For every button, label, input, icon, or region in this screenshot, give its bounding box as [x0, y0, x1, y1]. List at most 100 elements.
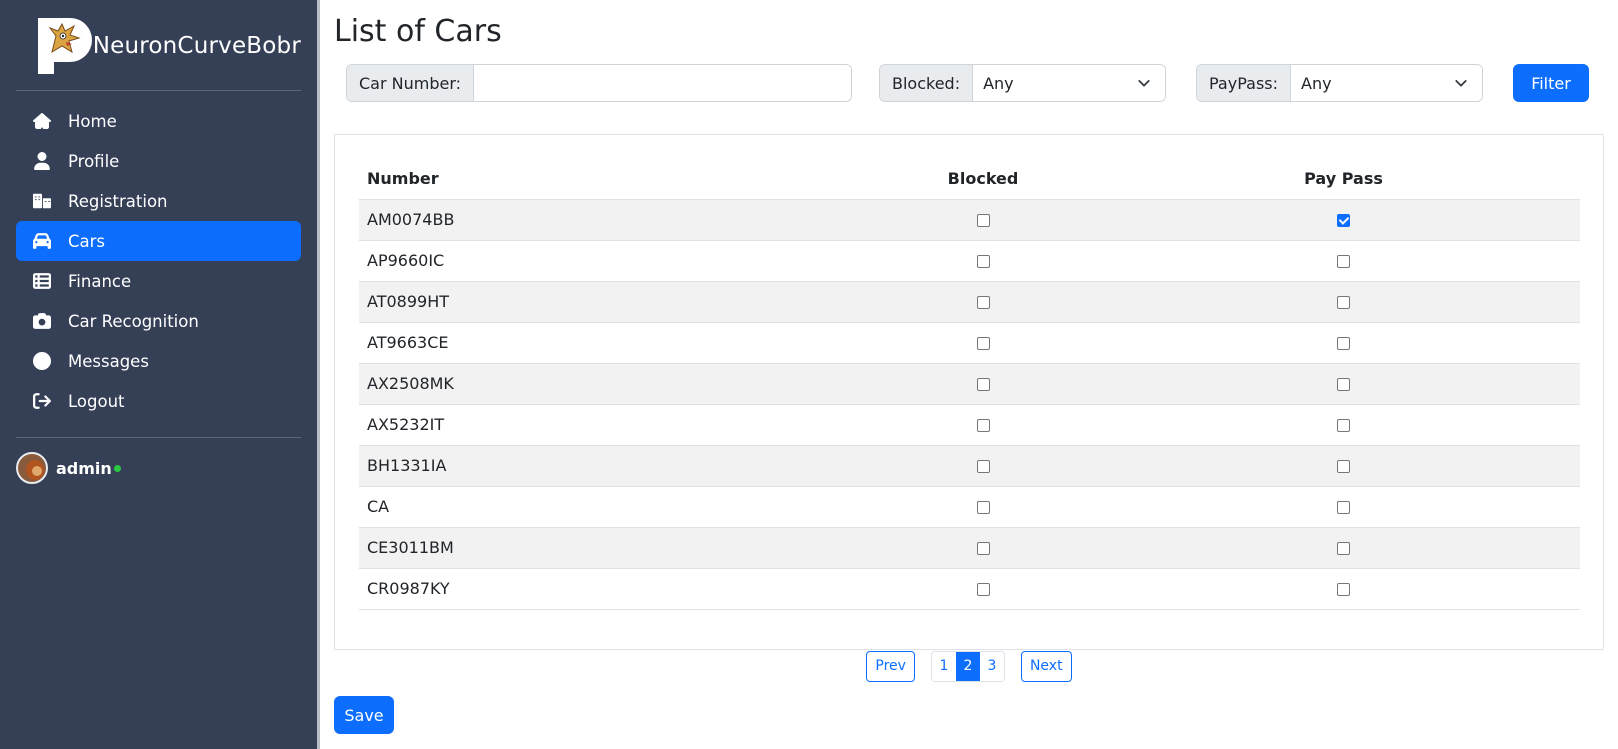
- sidebar-item-cars[interactable]: Cars: [16, 221, 301, 261]
- sidebar-item-car-recognition[interactable]: Car Recognition: [16, 301, 301, 341]
- user-menu[interactable]: admin: [16, 452, 301, 484]
- prev-page-button[interactable]: Prev: [866, 650, 915, 682]
- sidebar-item-label: Profile: [68, 151, 120, 171]
- save-area: Save: [334, 696, 1606, 734]
- paypass-label: PayPass:: [1197, 65, 1291, 101]
- hotel-icon: [32, 191, 52, 211]
- next-page-button[interactable]: Next: [1020, 650, 1072, 682]
- sidebar-item-label: Cars: [68, 231, 106, 251]
- blocked-checkbox[interactable]: [976, 296, 990, 309]
- paypass-cell: [1107, 199, 1580, 241]
- paypass-select[interactable]: Any: [1291, 65, 1482, 101]
- blocked-cell: [859, 363, 1107, 405]
- paypass-checkbox[interactable]: [1337, 542, 1350, 555]
- table-row: CR0987KY: [359, 568, 1580, 610]
- column-header-paypass: Pay Pass: [1107, 159, 1580, 200]
- table-row: AX2508MK: [359, 363, 1580, 405]
- sidebar-item-label: Finance: [68, 271, 132, 291]
- table-body: AM0074BB AP9660IC AT0899HT AT9663CE AX2508MK…: [359, 199, 1580, 610]
- column-header-number: Number: [359, 159, 859, 200]
- logo-icon: [36, 16, 92, 76]
- blocked-checkbox[interactable]: [976, 583, 990, 596]
- paypass-checkbox[interactable]: [1337, 337, 1350, 350]
- blocked-checkbox[interactable]: [976, 214, 990, 227]
- paypass-cell: [1107, 568, 1580, 610]
- blocked-cell: [859, 404, 1107, 446]
- car-number-cell: CA: [359, 486, 859, 528]
- username: admin: [56, 458, 112, 478]
- paypass-cell: [1107, 445, 1580, 487]
- logout-icon: [32, 391, 52, 411]
- sidebar-divider: [16, 437, 301, 438]
- car-number-cell: AX5232IT: [359, 404, 859, 446]
- car-number-filter: Car Number:: [346, 64, 852, 102]
- blocked-select[interactable]: Any: [973, 65, 1165, 101]
- blocked-label: Blocked:: [880, 65, 974, 101]
- save-button[interactable]: Save: [334, 696, 394, 734]
- blocked-filter: Blocked: Any: [879, 64, 1166, 102]
- car-number-cell: BH1331IA: [359, 445, 859, 487]
- sidebar-item-messages[interactable]: Messages: [16, 341, 301, 381]
- brand-name: NeuronCurveBobr: [92, 33, 301, 59]
- paypass-checkbox[interactable]: [1337, 583, 1350, 596]
- paypass-cell: [1107, 240, 1580, 282]
- page-1-button[interactable]: 1: [931, 651, 956, 681]
- sidebar-item-profile[interactable]: Profile: [16, 141, 301, 181]
- blocked-checkbox[interactable]: [976, 501, 990, 514]
- blocked-checkbox[interactable]: [976, 460, 990, 473]
- sidebar-item-logout[interactable]: Logout: [16, 381, 301, 421]
- paypass-checkbox[interactable]: [1337, 460, 1350, 473]
- paypass-checkbox[interactable]: [1337, 255, 1350, 268]
- sidebar-item-label: Car Recognition: [68, 311, 199, 331]
- paypass-checkbox[interactable]: [1337, 378, 1350, 391]
- table-row: AP9660IC: [359, 240, 1580, 282]
- camera-icon: [32, 311, 52, 331]
- sidebar-item-label: Registration: [68, 191, 168, 211]
- blocked-checkbox[interactable]: [976, 419, 990, 432]
- table-header-row: Number Blocked Pay Pass: [359, 159, 1580, 200]
- filter-bar: Car Number: Blocked: Any PayPass: Any Fi…: [346, 64, 1606, 102]
- table-row: AM0074BB: [359, 199, 1580, 241]
- table-list-icon: [32, 271, 52, 291]
- blocked-cell: [859, 527, 1107, 569]
- car-number-cell: AT0899HT: [359, 281, 859, 323]
- filter-button[interactable]: Filter: [1513, 64, 1589, 102]
- sidebar-item-registration[interactable]: Registration: [16, 181, 301, 221]
- blocked-select-value: Any: [983, 73, 1014, 93]
- avatar: [16, 452, 48, 484]
- table-row: CE3011BM: [359, 527, 1580, 569]
- sidebar-item-home[interactable]: Home: [16, 101, 301, 141]
- blocked-cell: [859, 240, 1107, 282]
- online-status-icon: [113, 464, 121, 472]
- paypass-checkbox[interactable]: [1337, 501, 1350, 514]
- blocked-checkbox[interactable]: [976, 337, 990, 350]
- sidebar-item-finance[interactable]: Finance: [16, 261, 301, 301]
- sidebar: NeuronCurveBobr Home Profile Registratio…: [0, 0, 320, 749]
- blocked-checkbox[interactable]: [976, 378, 990, 391]
- paypass-checkbox[interactable]: [1337, 296, 1350, 309]
- sidebar-item-label: Messages: [68, 351, 149, 371]
- car-number-cell: AT9663CE: [359, 322, 859, 364]
- paypass-cell: [1107, 322, 1580, 364]
- paypass-checkbox[interactable]: [1337, 214, 1350, 227]
- paypass-cell: [1107, 486, 1580, 528]
- page-numbers: 1 2 3: [930, 650, 1005, 682]
- car-icon: [32, 231, 52, 251]
- column-header-blocked: Blocked: [859, 159, 1107, 200]
- car-number-cell: CR0987KY: [359, 568, 859, 610]
- blocked-checkbox[interactable]: [976, 542, 990, 555]
- car-number-cell: AM0074BB: [359, 199, 859, 241]
- paypass-checkbox[interactable]: [1337, 419, 1350, 432]
- blocked-checkbox[interactable]: [976, 255, 990, 268]
- brand[interactable]: NeuronCurveBobr: [16, 16, 301, 76]
- page-3-button[interactable]: 3: [979, 651, 1004, 681]
- user-icon: [32, 151, 52, 171]
- page-2-button[interactable]: 2: [955, 651, 980, 681]
- paypass-cell: [1107, 404, 1580, 446]
- sidebar-nav: Home Profile Registration Cars Finance C…: [16, 101, 301, 421]
- blocked-cell: [859, 445, 1107, 487]
- cars-table-card: Number Blocked Pay Pass AM0074BB AP9660IC…: [334, 134, 1604, 650]
- blocked-cell: [859, 486, 1107, 528]
- car-number-input[interactable]: [474, 65, 851, 101]
- car-number-cell: AX2508MK: [359, 363, 859, 405]
